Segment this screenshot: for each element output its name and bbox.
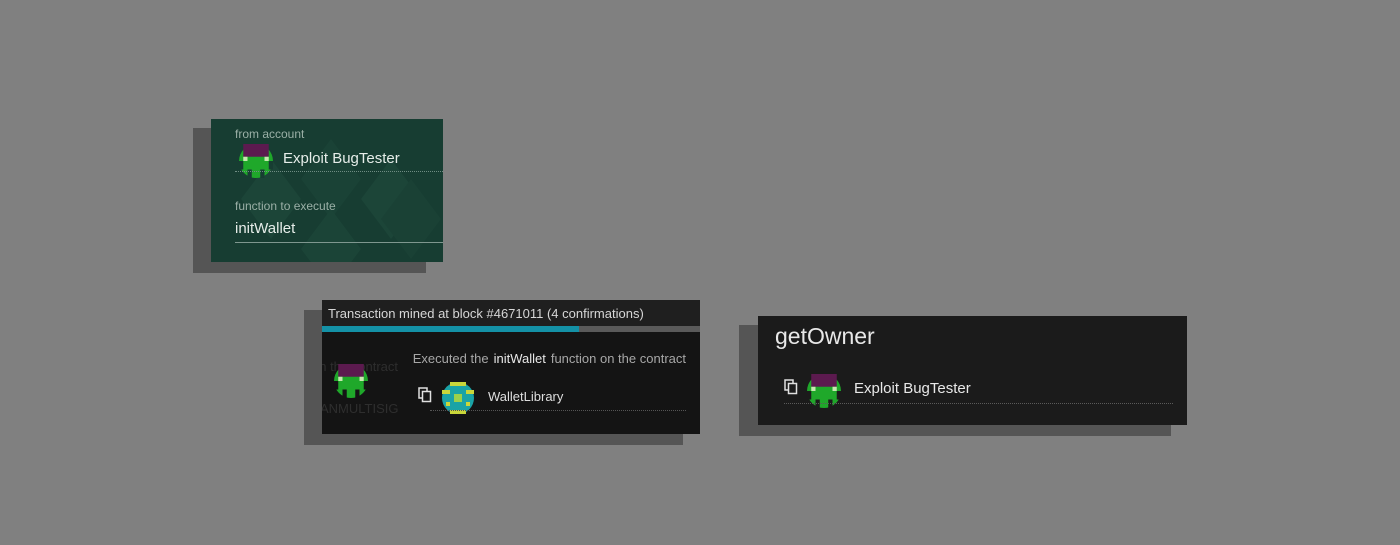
page-title: getOwner: [775, 323, 875, 349]
execution-suffix: function on the contract: [550, 351, 686, 366]
from-account-label: from account: [235, 127, 305, 141]
notification-header: Transaction mined at block #4671011 (4 c…: [322, 300, 700, 326]
divider: [784, 403, 1173, 404]
from-account-value[interactable]: Exploit BugTester: [283, 150, 400, 167]
send-form-panel: from account Exploit BugTester function …: [211, 119, 443, 262]
divider: [430, 410, 686, 411]
execution-message: Executed the initWallet function on the co…: [413, 351, 686, 366]
copy-icon[interactable]: [784, 379, 798, 395]
cut-off-label: …: [323, 254, 336, 262]
execution-prefix: Executed the: [412, 351, 489, 366]
owner-account-link[interactable]: Exploit BugTester: [854, 380, 971, 397]
background-text: ANMULTISIG: [322, 401, 399, 416]
copy-icon[interactable]: [418, 387, 432, 403]
function-name: initWallet: [493, 351, 546, 366]
divider: [235, 171, 443, 172]
confirmation-progress: [322, 326, 700, 332]
identicon-icon: [239, 144, 273, 178]
function-label: function to execute: [235, 199, 336, 213]
transaction-notification: Transaction mined at block #4671011 (4 c…: [322, 300, 700, 434]
identicon-icon: [334, 364, 368, 398]
contract-link[interactable]: WalletLibrary: [488, 389, 563, 404]
function-select[interactable]: initWallet: [235, 220, 295, 237]
confirmation-progress-fill: [322, 326, 580, 332]
notification-title: Transaction mined at block #4671011 (4 c…: [328, 306, 644, 321]
function-underline: [235, 242, 443, 243]
get-owner-panel: getOwner Exploit BugTester: [758, 316, 1187, 425]
